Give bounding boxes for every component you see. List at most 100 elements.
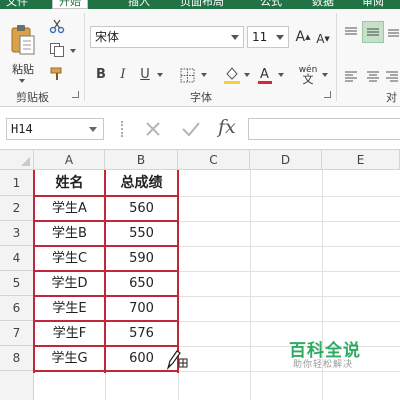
copy-dropdown-icon[interactable]: [70, 49, 76, 53]
table-cell-name[interactable]: 学生F: [34, 321, 105, 346]
table-cell-score[interactable]: 576: [105, 321, 178, 346]
svg-text:A: A: [260, 67, 269, 82]
font-size-select[interactable]: 11: [247, 26, 289, 48]
table-cell-name[interactable]: 学生G: [34, 346, 105, 371]
table-border: [33, 245, 179, 247]
align-center-icon[interactable]: [364, 67, 382, 85]
table-cell-name[interactable]: 学生A: [34, 196, 105, 221]
border-icon[interactable]: [178, 66, 196, 84]
row-header-3[interactable]: 3: [0, 221, 34, 246]
italic-button[interactable]: I: [115, 65, 131, 85]
table-cell-score[interactable]: 650: [105, 271, 178, 296]
tab-home[interactable]: 开始: [52, 0, 88, 9]
paste-icon[interactable]: [10, 23, 36, 57]
tab-page-layout[interactable]: 页面布局: [180, 0, 224, 9]
table-border: [33, 345, 179, 347]
column-header-b[interactable]: B: [105, 150, 178, 170]
table-cell-score[interactable]: 700: [105, 296, 178, 321]
enter-check-icon[interactable]: [178, 117, 204, 141]
table-cell-name[interactable]: 学生C: [34, 246, 105, 271]
cut-icon[interactable]: [48, 17, 66, 35]
font-size-value: 11: [252, 30, 268, 44]
align-bottom-icon[interactable]: [386, 23, 400, 41]
align-left-icon[interactable]: [342, 67, 360, 85]
column-header-a[interactable]: A: [34, 150, 105, 170]
format-painter-icon[interactable]: [48, 65, 66, 83]
font-color-dropdown-icon[interactable]: [278, 73, 284, 77]
row-header-7[interactable]: 7: [0, 321, 34, 346]
column-header-d[interactable]: D: [250, 150, 322, 170]
table-border: [33, 195, 179, 197]
group-divider: [336, 13, 337, 101]
cancel-icon[interactable]: [140, 117, 166, 141]
ribbon-tab-bar: 文件 开始 插入 页面布局 公式 数据 审阅: [0, 0, 400, 9]
formula-bar-grip[interactable]: [121, 121, 123, 137]
gridline: [250, 170, 251, 400]
insert-function-button[interactable]: fx: [218, 116, 236, 138]
draw-border-pencil-icon: [166, 348, 190, 370]
font-launcher-icon[interactable]: [324, 91, 331, 98]
font-name-value: 宋体: [95, 30, 120, 44]
tab-data[interactable]: 数据: [312, 0, 334, 9]
name-box[interactable]: H14: [6, 118, 104, 140]
row-header-9[interactable]: [0, 371, 34, 400]
table-cell-score[interactable]: 550: [105, 221, 178, 246]
table-cell-score[interactable]: 560: [105, 196, 178, 221]
table-border: [33, 220, 179, 222]
decrease-font-size-icon[interactable]: A ▼: [314, 29, 332, 49]
increase-font-size-icon[interactable]: A ▲: [294, 27, 312, 47]
phonetic-dropdown-icon[interactable]: [322, 73, 328, 77]
table-border: [33, 370, 179, 372]
fill-color-icon[interactable]: [222, 64, 242, 86]
row-header-6[interactable]: 6: [0, 296, 34, 321]
font-name-select[interactable]: 宋体: [90, 26, 244, 48]
column-header-e[interactable]: E: [322, 150, 400, 170]
font-group-label: 字体: [190, 91, 212, 104]
table-border: [33, 295, 179, 297]
group-divider: [84, 13, 85, 101]
clipboard-launcher-icon[interactable]: [72, 91, 79, 98]
table-cell-name[interactable]: 学生D: [34, 271, 105, 296]
column-header-c[interactable]: C: [178, 150, 250, 170]
tab-formulas[interactable]: 公式: [260, 0, 282, 9]
tab-review[interactable]: 审阅: [362, 0, 384, 9]
tab-file[interactable]: 文件: [6, 0, 28, 9]
table-border: [33, 320, 179, 322]
row-header-4[interactable]: 4: [0, 246, 34, 271]
paste-dropdown-icon[interactable]: [19, 79, 25, 83]
phonetic-guide-icon[interactable]: wén 文: [296, 63, 320, 87]
font-color-icon[interactable]: A: [256, 64, 274, 86]
bold-button[interactable]: B: [93, 65, 109, 85]
align-right-icon[interactable]: [384, 67, 400, 85]
table-cell-name[interactable]: 学生E: [34, 296, 105, 321]
name-box-value: H14: [11, 122, 33, 136]
header-cell-total-score[interactable]: 总成绩: [105, 170, 178, 196]
underline-button[interactable]: U: [137, 65, 153, 85]
row-header-5[interactable]: 5: [0, 271, 34, 296]
chevron-down-icon: [89, 127, 97, 132]
tab-insert[interactable]: 插入: [128, 0, 150, 9]
table-border: [33, 270, 179, 272]
formula-input[interactable]: [248, 118, 400, 140]
align-top-icon[interactable]: [342, 23, 360, 41]
table-cell-score[interactable]: 590: [105, 246, 178, 271]
worksheet-grid[interactable]: A B C D E 1 2 3 4 5 6 7 8 姓名 总成绩 学生A 560…: [0, 150, 400, 400]
select-all-button[interactable]: [0, 150, 34, 170]
formula-bar: H14 fx: [0, 107, 400, 150]
copy-icon[interactable]: [48, 41, 66, 59]
row-header-2[interactable]: 2: [0, 196, 34, 221]
row-header-8[interactable]: 8: [0, 346, 34, 371]
header-cell-name[interactable]: 姓名: [34, 170, 105, 196]
align-middle-icon[interactable]: [362, 21, 384, 43]
border-dropdown-icon[interactable]: [201, 73, 207, 77]
chevron-down-icon: [276, 35, 284, 40]
row-header-1[interactable]: 1: [0, 170, 34, 196]
table-cell-name[interactable]: 学生B: [34, 221, 105, 246]
alignment-group-label: 对: [386, 91, 397, 104]
underline-dropdown-icon[interactable]: [157, 73, 163, 77]
ribbon-home-panel: 粘贴 剪贴板 宋体 11 A ▲ A ▼ B I U A wén 文 字体 对: [0, 9, 400, 107]
chevron-down-icon: [231, 35, 239, 40]
watermark-tagline: 助你轻松解决: [293, 360, 354, 370]
fill-color-dropdown-icon[interactable]: [244, 73, 250, 77]
paste-button-label[interactable]: 粘贴: [12, 61, 34, 77]
